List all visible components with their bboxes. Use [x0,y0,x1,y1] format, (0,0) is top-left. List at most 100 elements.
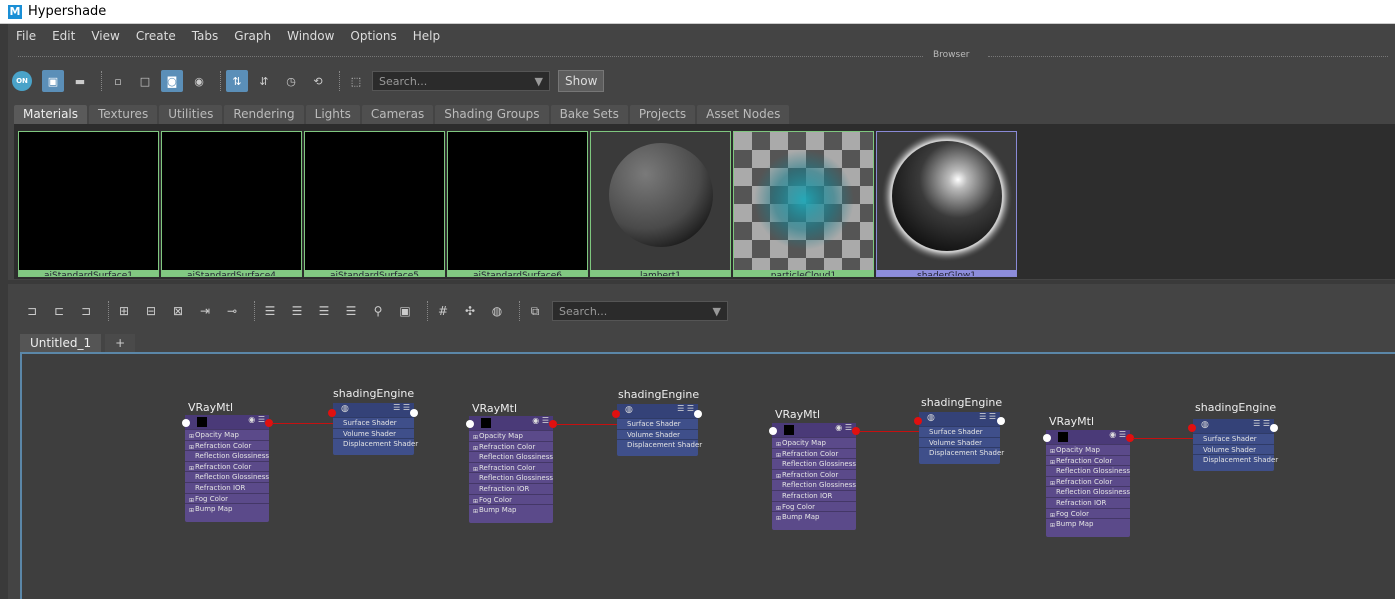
input-port[interactable] [914,417,922,425]
input-port[interactable] [612,410,620,418]
menu-options[interactable]: Options [342,29,404,43]
graph-search-field[interactable]: Search... ▼ [552,301,728,321]
shadingengine-title: shadingEngine [1195,401,1277,414]
camera-icon[interactable]: ◍ [487,301,507,321]
large-icon-size-icon[interactable]: ◙ [161,70,183,92]
material-swatch[interactable]: aiStandardSurface6 [447,131,588,277]
input-connections-icon[interactable]: ⊐ [22,301,42,321]
node-toggle-icon[interactable]: ☰ ☰ [979,412,996,421]
tab-untitled-1[interactable]: Untitled_1 [20,334,102,353]
simple-mode-icon[interactable]: ☰ [260,301,280,321]
maya-logo-icon: M [8,4,22,19]
snap-to-grid-icon[interactable]: ✣ [460,301,480,321]
menu-graph[interactable]: Graph [226,29,279,43]
output-connections-icon[interactable]: ⊐ [76,301,96,321]
swatch-view-icon[interactable]: ▣ [42,70,64,92]
shadingengine-node[interactable]: ◍ ☰ ☰ Surface Shader Volume Shader Displ… [333,403,418,455]
graph-layout-icon[interactable]: ⊸ [222,301,242,321]
tab-asset-nodes[interactable]: Asset Nodes [697,105,790,124]
shadingengine-node[interactable]: ◍ ☰ ☰ Surface Shader Volume Shader Displ… [919,412,1004,464]
menu-window[interactable]: Window [279,29,342,43]
input-port[interactable] [466,420,474,428]
chevron-down-icon[interactable]: ▼ [535,75,543,88]
output-port[interactable] [997,417,1005,425]
chevron-down-icon[interactable]: ▼ [713,305,721,318]
custom-mode-icon[interactable]: ☰ [341,301,361,321]
list-view-icon[interactable]: ▬ [69,70,91,92]
node-toggle-icon[interactable]: ☰ ☰ [393,403,410,412]
sort-by-type-icon[interactable]: ⇵ [253,70,275,92]
toggle-on-button[interactable]: ON [12,71,32,91]
connected-mode-icon[interactable]: ☰ [287,301,307,321]
node-toggle-icon[interactable]: ◉ ☰ [835,423,852,432]
graph-rearrange-icon[interactable]: ⇥ [195,301,215,321]
tab-bake-sets[interactable]: Bake Sets [550,105,628,124]
input-port[interactable] [1188,424,1196,432]
material-swatch[interactable]: lambert1 [590,131,731,277]
search-icon[interactable]: ⚲ [368,301,388,321]
small-icon-size-icon[interactable]: ▫ [107,70,129,92]
shadingengine-node[interactable]: ◍ ☰ ☰ Surface Shader Volume Shader Displ… [617,404,702,456]
panel-divider[interactable] [8,280,1395,284]
sort-by-time-icon[interactable]: ◷ [280,70,302,92]
tab-rendering[interactable]: Rendering [224,105,304,124]
show-button[interactable]: Show [558,70,605,92]
node-toggle-icon[interactable]: ◉ ☰ [1109,430,1126,439]
shading-group-icon: ◍ [927,413,935,423]
full-mode-icon[interactable]: ☰ [314,301,334,321]
vraymtl-node[interactable]: ◉ ☰ ⊞ Opacity Map ⊞ Refraction Color Refle… [469,416,553,523]
vraymtl-node[interactable]: ◉ ☰ ⊞ Opacity Map ⊞ Refraction Color Refle… [1046,430,1130,537]
vraymtl-node[interactable]: ◉ ☰ ⊞ Opacity Map ⊞ Refraction Color Refle… [772,423,856,530]
attr-row: Displacement Shader [617,439,702,450]
node-toggle-icon[interactable]: ☰ ☰ [1253,419,1270,428]
input-port[interactable] [769,427,777,435]
browser-search-field[interactable]: Search... ▼ [372,71,550,91]
bookmark-icon[interactable]: ⧉ [525,301,545,321]
graph-add-icon[interactable]: ⊞ [114,301,134,321]
tab-materials[interactable]: Materials [14,105,88,124]
node-toggle-icon[interactable]: ◉ ☰ [532,416,549,425]
menu-edit[interactable]: Edit [44,29,83,43]
grid-icon[interactable]: # [433,301,453,321]
medium-icon-size-icon[interactable]: □ [134,70,156,92]
add-tab-button[interactable]: + [105,334,136,353]
tab-lights[interactable]: Lights [305,105,360,124]
input-port[interactable] [328,409,336,417]
tab-projects[interactable]: Projects [629,105,696,124]
attr-row: Volume Shader [333,427,414,439]
shadingengine-node[interactable]: ◍ ☰ ☰ Surface Shader Volume Shader Displ… [1193,419,1278,471]
graph-clear-icon[interactable]: ⊠ [168,301,188,321]
material-swatch[interactable]: aiStandardSurface5 [304,131,445,277]
swatch-label: aiStandardSurface1 [19,270,158,276]
input-port[interactable] [182,419,190,427]
attr-row: ⊞ Bump Map [1046,518,1130,529]
material-swatch[interactable]: aiStandardSurface1 [18,131,159,277]
vraymtl-node[interactable]: ◉ ☰ ⊞ Opacity Map ⊞ Refraction Color Refle… [185,415,269,522]
material-swatch[interactable]: aiStandardSurface4 [161,131,302,277]
frame-selected-icon[interactable]: ▣ [395,301,415,321]
menu-file[interactable]: File [8,29,44,43]
output-port[interactable] [694,410,702,418]
tab-shading-groups[interactable]: Shading Groups [435,105,549,124]
xlarge-icon-size-icon[interactable]: ◉ [188,70,210,92]
input-port[interactable] [1043,434,1051,442]
tab-textures[interactable]: Textures [89,105,158,124]
material-swatch[interactable]: particleCloud1 [733,131,874,277]
sort-by-name-icon[interactable]: ⇅ [226,70,248,92]
reverse-order-icon[interactable]: ⟲ [307,70,329,92]
node-toggle-icon[interactable]: ◉ ☰ [248,415,265,424]
output-port[interactable] [410,409,418,417]
material-swatch[interactable]: shaderGlow1 [876,131,1017,277]
tab-utilities[interactable]: Utilities [159,105,223,124]
input-output-connections-icon[interactable]: ⊏ [49,301,69,321]
node-graph-canvas[interactable]: VRayMtl ◉ ☰ ⊞ Opacity Map ⊞ Refraction Col… [20,352,1395,599]
graph-remove-icon[interactable]: ⊟ [141,301,161,321]
menu-view[interactable]: View [83,29,127,43]
menu-tabs[interactable]: Tabs [184,29,227,43]
menu-help[interactable]: Help [405,29,448,43]
filter-icon[interactable]: ⬚ [345,70,367,92]
tab-cameras[interactable]: Cameras [361,105,434,124]
output-port[interactable] [1270,424,1278,432]
menu-create[interactable]: Create [128,29,184,43]
node-toggle-icon[interactable]: ☰ ☰ [677,404,694,413]
